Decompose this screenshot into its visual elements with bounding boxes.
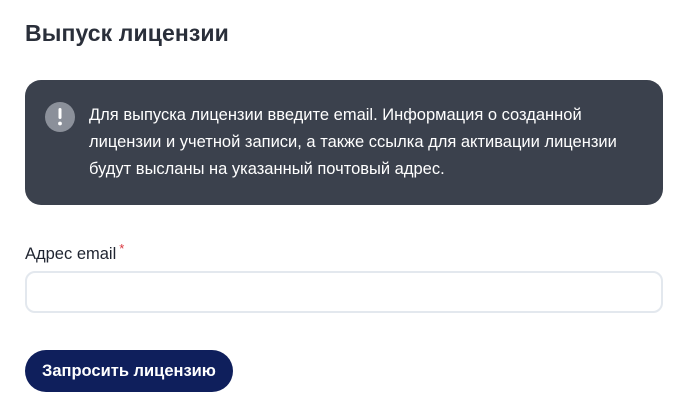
info-notice: Для выпуска лицензии введите email. Инфо… [25,80,663,205]
email-label-text: Адрес email [25,245,117,263]
notice-text: Для выпуска лицензии введите email. Инфо… [89,106,617,178]
email-field-label: Адрес email * [25,241,124,264]
request-license-button[interactable]: Запросить лицензию [25,350,233,392]
email-field[interactable] [25,271,663,313]
page-title: Выпуск лицензии [25,20,229,46]
required-mark: * [119,241,125,256]
exclamation-icon [45,102,75,132]
